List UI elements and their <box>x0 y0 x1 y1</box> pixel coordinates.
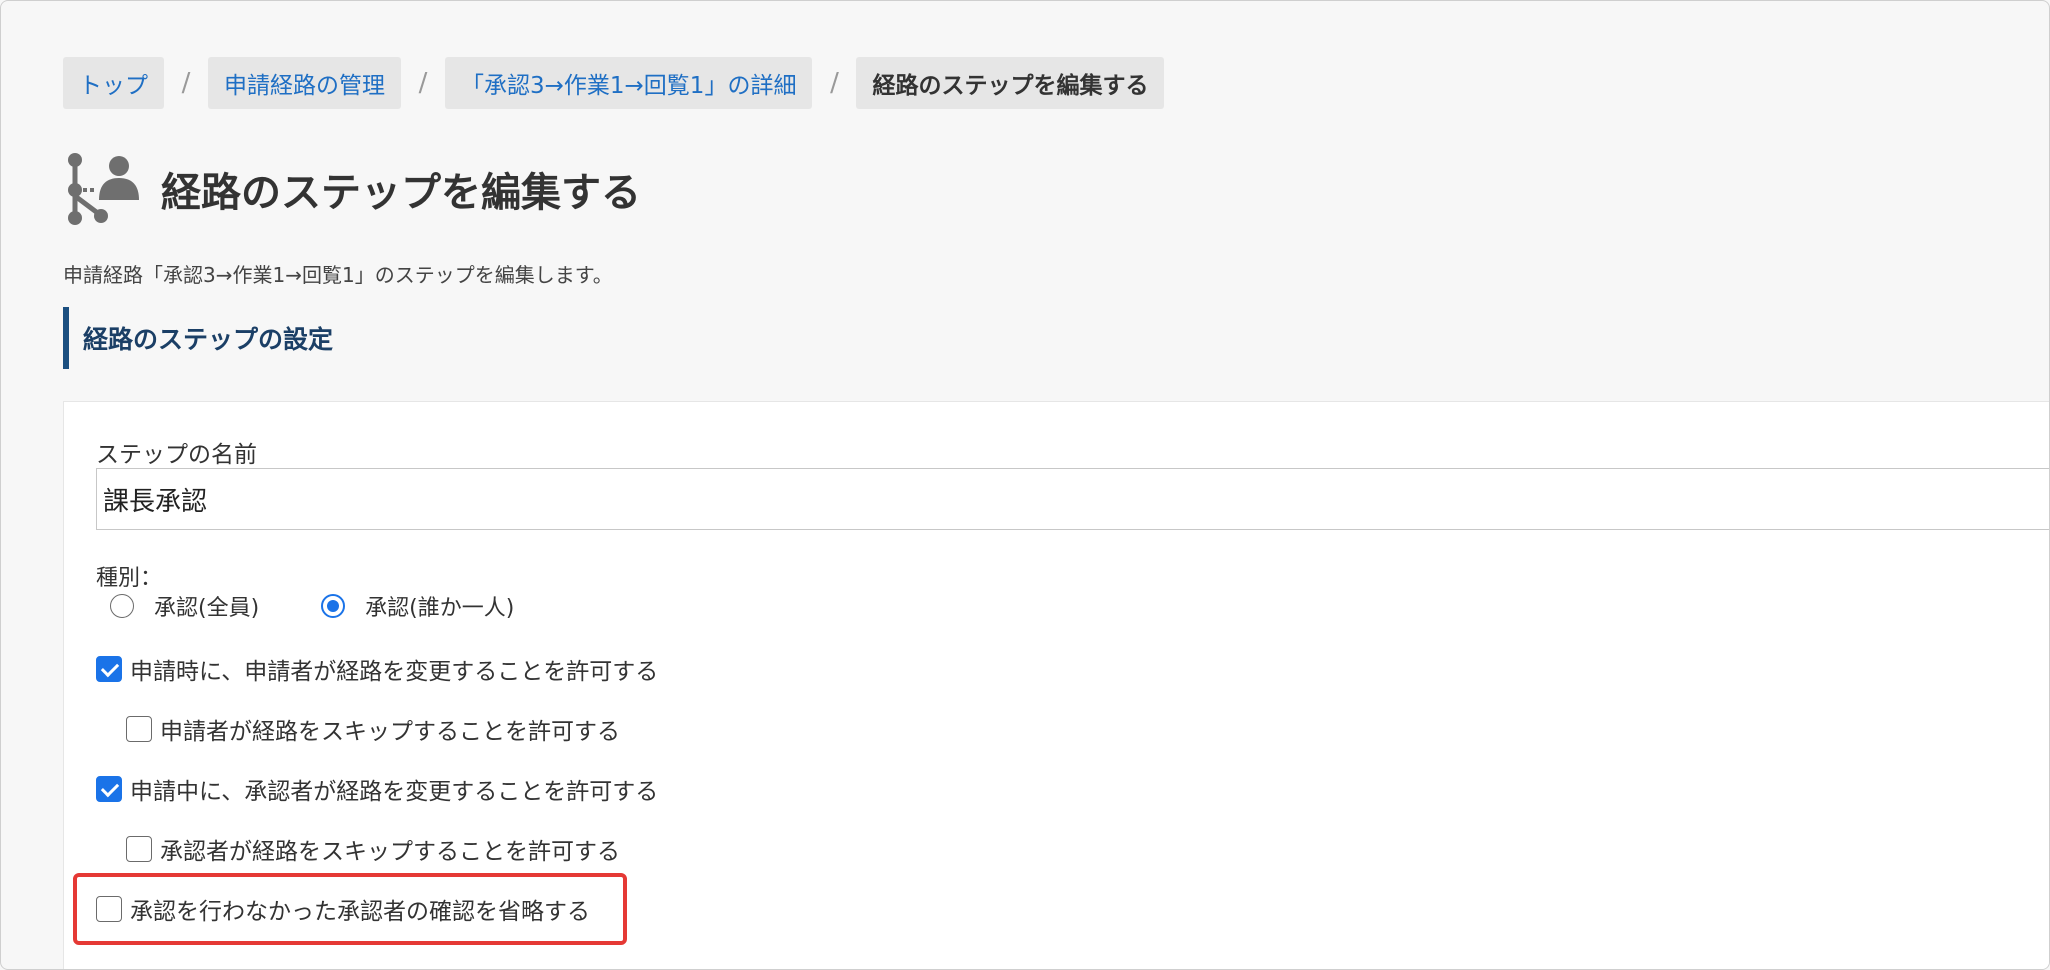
checkbox-applicant-change-route[interactable] <box>96 656 122 682</box>
type-label: 種別： <box>96 566 163 591</box>
checkbox-applicant-skip-route[interactable] <box>126 716 152 742</box>
option-label: 申請中に、承認者が経路を変更することを許可する <box>130 779 659 805</box>
checkbox-approver-skip-route[interactable] <box>126 836 152 862</box>
page-header: 経路のステップを編集する <box>63 149 641 229</box>
option-label: 承認者が経路をスキップすることを許可する <box>160 839 620 865</box>
step-name-label: ステップの名前 <box>96 442 257 468</box>
type-option-anyone[interactable]: 承認(誰か一人) <box>321 590 514 622</box>
step-name-input[interactable] <box>96 468 2049 530</box>
checkbox-approver-change-route[interactable] <box>96 776 122 802</box>
page-description: 申請経路「承認3→作業1→回覧1」のステップを編集します。 <box>63 263 613 287</box>
type-radio-group: 承認(全員) 承認(誰か一人) <box>110 590 576 622</box>
app-window: トップ / 申請経路の管理 / 「承認3→作業1→回覧1」の詳細 / 経路のステ… <box>0 0 2050 970</box>
option-applicant-change-route[interactable]: 申請時に、申請者が経路を変更することを許可する <box>96 652 658 686</box>
radio-button-all[interactable] <box>110 594 134 618</box>
breadcrumb-item-route-detail[interactable]: 「承認3→作業1→回覧1」の詳細 <box>445 57 813 109</box>
breadcrumb: トップ / 申請経路の管理 / 「承認3→作業1→回覧1」の詳細 / 経路のステ… <box>63 57 1165 109</box>
option-approver-skip-route[interactable]: 承認者が経路をスキップすることを許可する <box>126 832 620 866</box>
type-option-all-label: 承認(全員) <box>154 596 260 621</box>
breadcrumb-item-top[interactable]: トップ <box>63 57 164 109</box>
page-title: 経路のステップを編集する <box>161 170 641 216</box>
type-option-anyone-label: 承認(誰か一人) <box>365 596 515 621</box>
radio-button-anyone[interactable] <box>321 594 346 618</box>
section-heading: 経路のステップの設定 <box>63 307 333 369</box>
option-applicant-skip-route[interactable]: 申請者が経路をスキップすることを許可する <box>126 712 620 746</box>
breadcrumb-separator: / <box>181 68 191 98</box>
type-option-all[interactable]: 承認(全員) <box>110 590 259 622</box>
breadcrumb-item-current: 経路のステップを編集する <box>856 57 1165 109</box>
route-person-icon <box>68 153 139 225</box>
highlight-annotation <box>73 873 627 945</box>
breadcrumb-separator: / <box>830 68 839 98</box>
breadcrumb-item-route-management[interactable]: 申請経路の管理 <box>208 57 401 109</box>
option-approver-change-route[interactable]: 申請中に、承認者が経路を変更することを許可する <box>96 772 658 806</box>
option-label: 申請時に、申請者が経路を変更することを許可する <box>130 659 659 685</box>
breadcrumb-separator: / <box>418 68 428 98</box>
option-label: 申請者が経路をスキップすることを許可する <box>160 719 620 745</box>
